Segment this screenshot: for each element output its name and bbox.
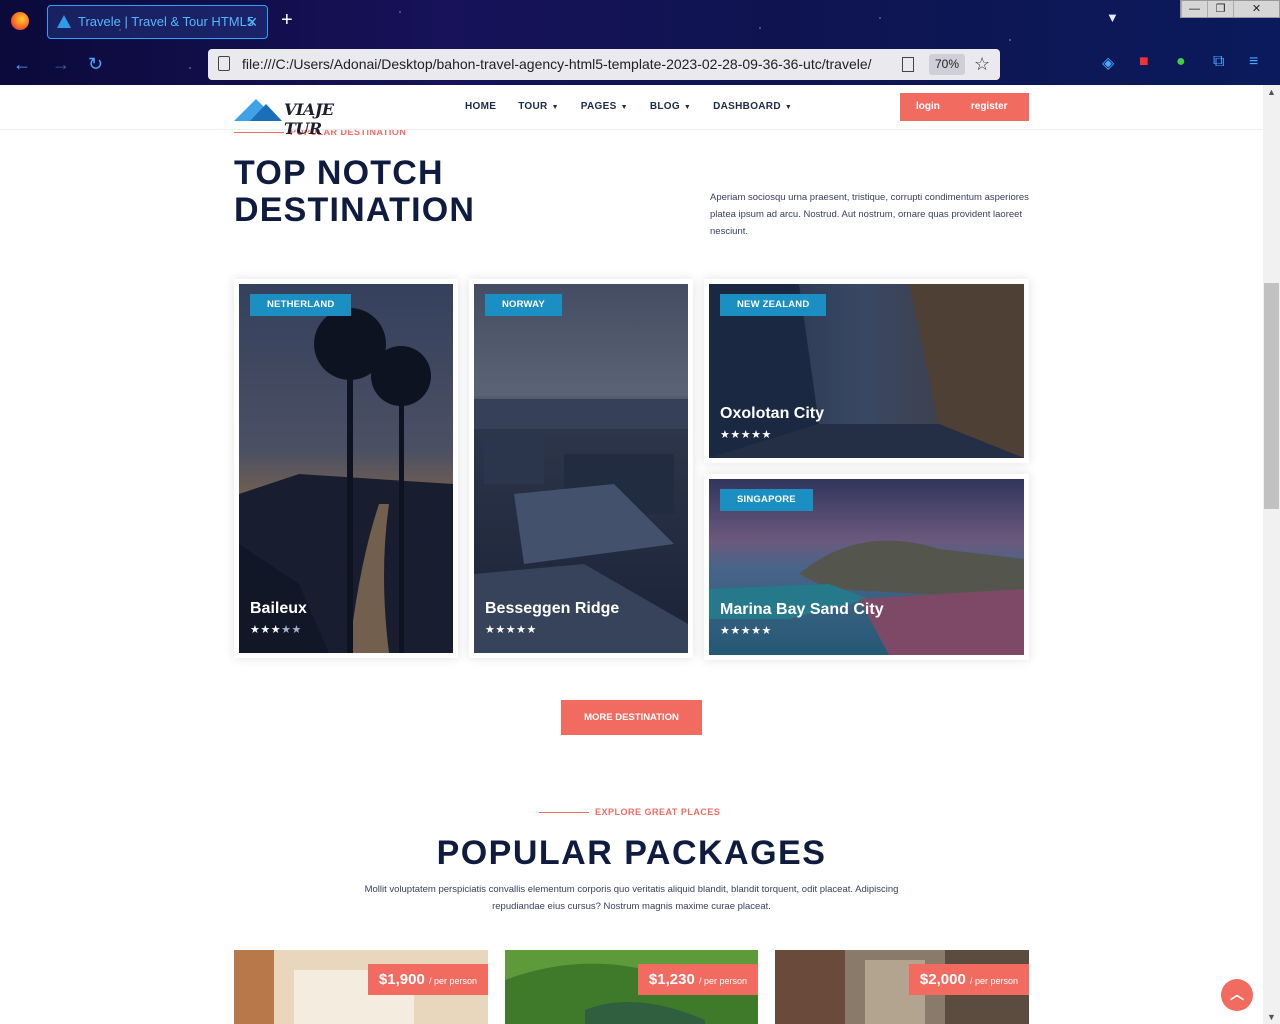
firefox-icon[interactable] <box>11 12 29 30</box>
kicker-line <box>234 132 284 133</box>
restore-button[interactable]: ❐ <box>1207 1 1233 17</box>
main-menu: HOME TOUR ▼ PAGES ▼ BLOG ▼ DASHBOARD ▼ <box>465 101 814 112</box>
kicker-line <box>539 812 589 813</box>
rating-stars: ★★★★★ <box>250 624 302 636</box>
destination-card[interactable]: NETHERLAND Baileux ★★★★★ <box>234 279 458 658</box>
rating-stars: ★★★★★ <box>485 624 537 636</box>
tab-title: Travele | Travel & Tour HTML5 <box>78 14 255 29</box>
destination-card[interactable]: SINGAPORE Marina Bay Sand City ★★★★★ <box>704 474 1029 660</box>
caret-down-icon: ▼ <box>620 104 628 111</box>
package-price: $2,000 / per person <box>908 964 1029 995</box>
section-intro: Mollit voluptatem perspiciatis convallis… <box>364 884 899 912</box>
window-controls: — ❐ ✕ <box>1180 0 1280 18</box>
destination-name[interactable]: Oxolotan City <box>720 405 824 423</box>
site-header: VIAJE TUR HOME TOUR ▼ PAGES ▼ BLOG ▼ DASHBO… <box>0 85 1263 138</box>
tab-strip: Travele | Travel & Tour HTML5 ✕ + ▼ — ❐ … <box>0 0 1280 44</box>
menu-item-dashboard[interactable]: DASHBOARD ▼ <box>713 101 792 112</box>
minimize-button[interactable]: — <box>1181 1 1207 17</box>
menu-item-blog[interactable]: BLOG ▼ <box>650 101 691 112</box>
rating-stars: ★★★★★ <box>720 625 772 637</box>
extension-icon[interactable]: ■ <box>1139 53 1149 71</box>
menu-item-tour[interactable]: TOUR ▼ <box>518 101 559 112</box>
destination-name[interactable]: Marina Bay Sand City <box>720 601 884 619</box>
package-price: $1,230 / per person <box>637 964 758 995</box>
login-button[interactable]: login <box>916 93 940 121</box>
scroll-up-icon[interactable]: ▲ <box>1267 87 1276 97</box>
package-card[interactable]: $1,230 / per person <box>505 950 758 1024</box>
puzzle-icon[interactable]: ⧉ <box>1213 53 1224 71</box>
destination-card[interactable]: NORWAY Besseggen Ridge ★★★★★ <box>469 279 693 658</box>
pocket-icon[interactable]: ◈ <box>1102 53 1114 73</box>
destination-name[interactable]: Besseggen Ridge <box>485 600 619 618</box>
more-destination-button[interactable]: MORE DESTINATION <box>561 700 702 735</box>
destination-image <box>239 284 453 653</box>
auth-buttons: login register <box>900 93 1029 121</box>
rating-stars: ★★★★★ <box>720 429 772 441</box>
caret-down-icon: ▼ <box>784 104 793 111</box>
register-button[interactable]: register <box>971 93 1008 121</box>
address-bar[interactable]: file:///C:/Users/Adonai/Desktop/bahon-tr… <box>208 49 1000 80</box>
scrollbar-thumb[interactable] <box>1264 283 1279 509</box>
section-title: TOP NOTCH DESTINATION <box>234 154 476 229</box>
close-tab-icon[interactable]: ✕ <box>246 6 258 38</box>
page-icon <box>218 56 230 71</box>
country-badge[interactable]: NEW ZEALAND <box>720 294 827 316</box>
reader-icon[interactable] <box>902 57 914 72</box>
list-tabs-icon[interactable]: ▼ <box>1106 10 1119 25</box>
caret-down-icon: ▼ <box>683 104 692 111</box>
destination-card[interactable]: NEW ZEALAND Oxolotan City ★★★★★ <box>704 279 1029 463</box>
country-badge[interactable]: NORWAY <box>485 294 562 316</box>
close-window-button[interactable]: ✕ <box>1233 1 1279 17</box>
section-kicker: EXPLORE GREAT PLACES <box>595 807 721 817</box>
scroll-top-icon[interactable]: ︿ <box>1221 979 1253 1011</box>
new-tab-button[interactable]: + <box>281 9 293 32</box>
mountain-icon <box>250 104 282 121</box>
destination-photo <box>474 284 688 653</box>
package-card[interactable]: $2,000 / per person <box>775 950 1029 1024</box>
browser-tab[interactable]: Travele | Travel & Tour HTML5 ✕ <box>47 5 268 39</box>
url-text[interactable]: file:///C:/Users/Adonai/Desktop/bahon-tr… <box>242 56 872 72</box>
zoom-level[interactable]: 70% <box>929 54 966 75</box>
country-badge[interactable]: NETHERLAND <box>250 294 352 316</box>
site-logo[interactable]: VIAJE TUR <box>234 94 354 138</box>
menu-item-pages[interactable]: PAGES ▼ <box>581 101 628 112</box>
caret-down-icon: ▼ <box>551 104 559 111</box>
reload-icon[interactable]: ↻ <box>88 54 103 75</box>
extension-icon[interactable]: ● <box>1176 53 1186 71</box>
bookmark-star-icon[interactable]: ☆ <box>974 49 990 80</box>
logo-text: VIAJE TUR <box>284 100 334 138</box>
destination-image <box>474 284 688 653</box>
nav-toolbar: ← → ↻ file:///C:/Users/Adonai/Desktop/ba… <box>0 44 1280 85</box>
destination-photo <box>239 284 453 653</box>
package-price: $1,900 / per person <box>367 964 488 995</box>
section-title: POPULAR PACKAGES <box>436 834 827 872</box>
forward-icon[interactable]: → <box>52 54 70 75</box>
page-scrollbar[interactable]: ▲ ▼ <box>1263 85 1280 1024</box>
menu-item-home[interactable]: HOME <box>465 101 496 112</box>
package-card[interactable]: $1,900 / per person <box>234 950 488 1024</box>
back-icon[interactable]: ← <box>13 54 31 75</box>
scroll-down-icon[interactable]: ▼ <box>1267 1012 1276 1022</box>
section-intro: Aperiam sociosqu urna praesent, tristiqu… <box>710 192 1029 237</box>
country-badge[interactable]: SINGAPORE <box>720 489 813 511</box>
web-page: VIAJE TUR HOME TOUR ▼ PAGES ▼ BLOG ▼ DASHBO… <box>0 85 1263 1024</box>
browser-chrome: Travele | Travel & Tour HTML5 ✕ + ▼ — ❐ … <box>0 0 1280 85</box>
site-favicon-icon <box>57 15 71 28</box>
menu-icon[interactable]: ≡ <box>1249 53 1258 71</box>
destination-name[interactable]: Baileux <box>250 600 307 618</box>
